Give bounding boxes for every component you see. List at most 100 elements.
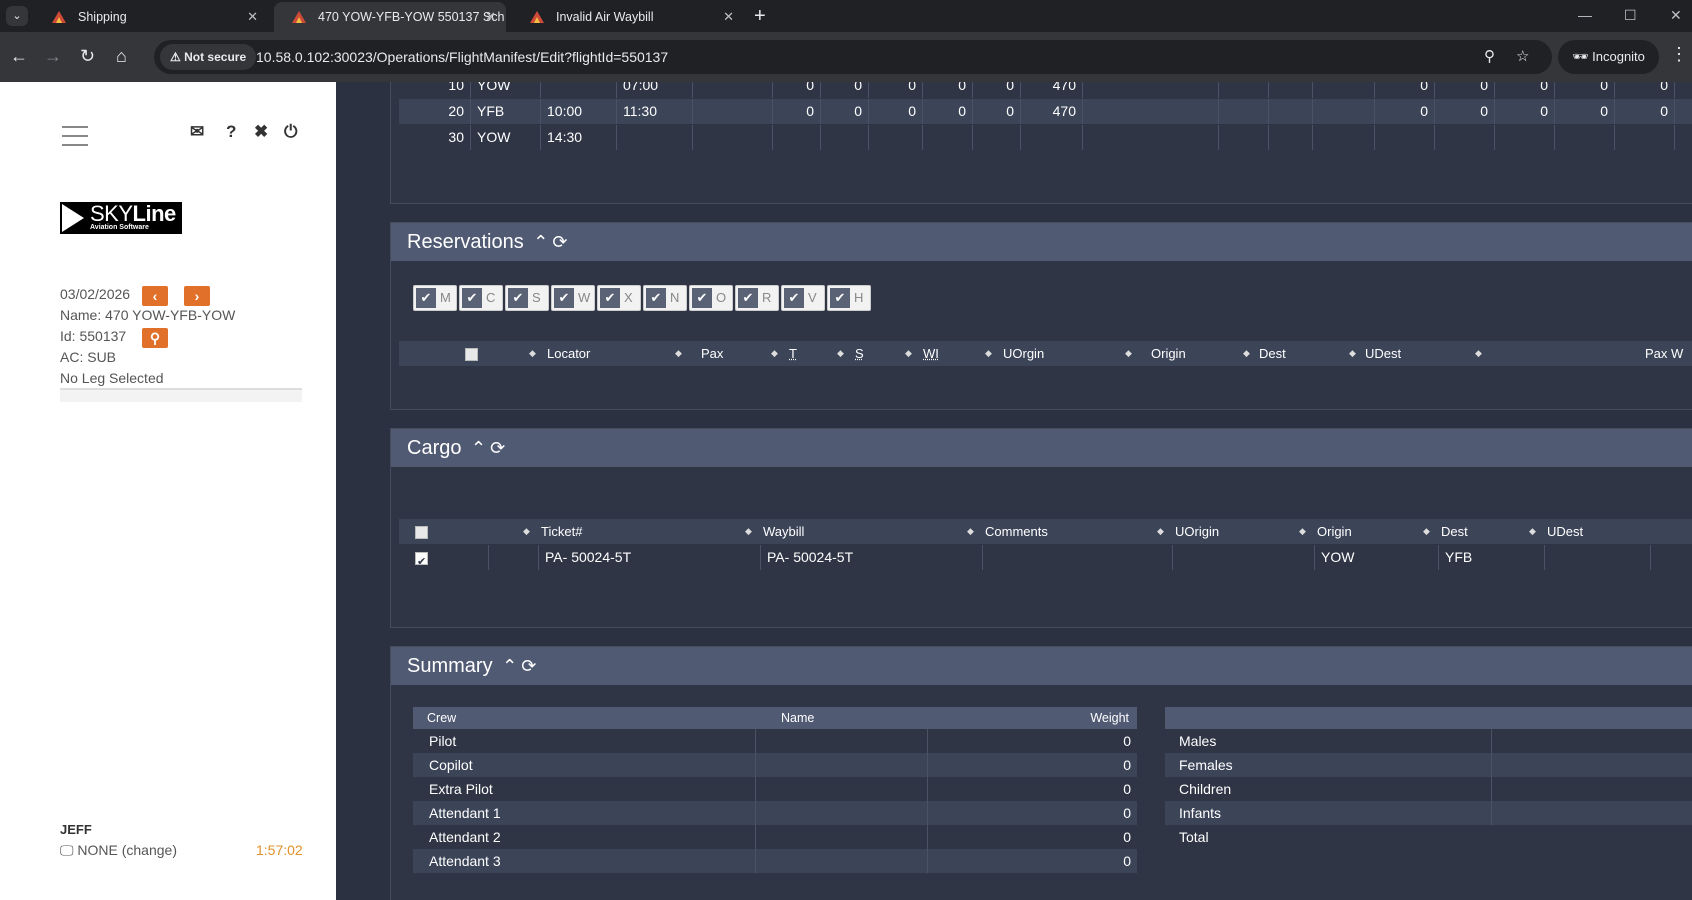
table-row[interactable]: 10 YOW 07:00 0 0 0 0 0 470 0 0 0 0 0	[399, 82, 1692, 98]
sort-icon[interactable]: ◆	[1243, 341, 1250, 366]
forward-arrow-icon[interactable]: →	[44, 45, 62, 67]
sort-icon[interactable]: ◆	[1157, 519, 1164, 544]
browser-menu-icon[interactable]: ⋮	[1670, 44, 1688, 65]
home-icon[interactable]: ⌂	[116, 45, 127, 67]
select-all-checkbox[interactable]	[415, 519, 428, 544]
reload-icon[interactable]: ↻	[80, 45, 95, 67]
column-header[interactable]: Locator	[547, 341, 590, 366]
column-header[interactable]: Origin	[1151, 341, 1186, 366]
column-header[interactable]: Pax	[701, 341, 723, 366]
search-flight-button[interactable]: ⚲	[142, 328, 168, 348]
filter-toggle[interactable]: ✔ M	[413, 285, 457, 311]
filter-toggle[interactable]: ✔ N	[643, 285, 687, 311]
tab-search-button[interactable]: ⌄	[6, 6, 28, 26]
filter-toggle[interactable]: ✔ O	[689, 285, 733, 311]
collapse-chevron-icon[interactable]: ⌃	[502, 656, 517, 676]
close-tab-icon[interactable]: ✕	[247, 2, 258, 32]
next-date-button[interactable]: ›	[184, 286, 210, 306]
close-window-icon[interactable]: ✕	[1670, 2, 1682, 28]
browser-tab-invalid-waybill[interactable]: Invalid Air Waybill ✕	[512, 2, 744, 32]
url-text[interactable]: 10.58.0.102:30023/Operations/FlightManif…	[256, 40, 668, 74]
refresh-icon[interactable]: ⟳	[521, 656, 536, 676]
sort-icon[interactable]: ◆	[675, 341, 682, 366]
maximize-window-icon[interactable]: ☐	[1624, 2, 1637, 28]
sort-icon[interactable]: ◆	[1299, 519, 1306, 544]
column-header[interactable]: Ticket#	[541, 519, 582, 544]
power-icon[interactable]: ⏻	[284, 122, 297, 142]
filter-toggle[interactable]: ✔ C	[459, 285, 503, 311]
back-arrow-icon[interactable]: ←	[10, 45, 28, 67]
filter-toggle[interactable]: ✔ H	[827, 285, 871, 311]
crew-row[interactable]: Attendant 1 0	[413, 801, 1137, 825]
filter-toggle[interactable]: ✔ W	[551, 285, 595, 311]
passenger-row[interactable]: Females	[1165, 753, 1692, 777]
collapse-chevron-icon[interactable]: ⌃	[533, 232, 548, 252]
sort-icon[interactable]: ◆	[1349, 341, 1356, 366]
crew-row[interactable]: Extra Pilot 0	[413, 777, 1137, 801]
close-tab-icon[interactable]: ✕	[485, 2, 496, 32]
filter-toggle[interactable]: ✔ X	[597, 285, 641, 311]
sort-icon[interactable]: ◆	[771, 341, 778, 366]
column-header[interactable]: T	[789, 341, 797, 366]
select-all-checkbox[interactable]	[465, 341, 478, 366]
incognito-badge[interactable]: 🕶 Incognito	[1558, 40, 1659, 74]
column-header[interactable]: Dest	[1259, 341, 1286, 366]
collapse-chevron-icon[interactable]: ⌃	[471, 438, 486, 458]
column-header[interactable]: UOrgin	[1003, 341, 1044, 366]
browser-tab-shipping[interactable]: Shipping ✕	[34, 2, 268, 32]
sort-icon[interactable]: ◆	[1125, 341, 1132, 366]
table-row[interactable]: 30 YOW 14:30	[399, 125, 1692, 150]
column-header[interactable]: Origin	[1317, 519, 1352, 544]
column-header[interactable]: Comments	[985, 519, 1048, 544]
crew-row[interactable]: Pilot 0	[413, 729, 1137, 753]
passenger-row[interactable]: Males	[1165, 729, 1692, 753]
mail-icon[interactable]: ✉	[190, 122, 204, 142]
column-header[interactable]: UOrigin	[1175, 519, 1219, 544]
filter-toggle[interactable]: ✔ R	[735, 285, 779, 311]
column-header[interactable]: S	[855, 341, 864, 366]
crew-row[interactable]: Copilot 0	[413, 753, 1137, 777]
sort-icon[interactable]: ◆	[529, 341, 536, 366]
close-tab-icon[interactable]: ✕	[723, 2, 734, 32]
bookmark-star-icon[interactable]: ☆	[1516, 40, 1529, 74]
sort-icon[interactable]: ◆	[967, 519, 974, 544]
column-header[interactable]: UDest	[1547, 519, 1583, 544]
aircraft-label: AC: SUB	[60, 349, 117, 365]
zoom-icon[interactable]: ⚲	[1484, 40, 1495, 74]
refresh-icon[interactable]: ⟳	[552, 232, 567, 252]
help-icon[interactable]: ?	[226, 122, 236, 142]
sort-icon[interactable]: ◆	[745, 519, 752, 544]
address-bar[interactable]: ⚠ Not secure 10.58.0.102:30023/Operation…	[154, 40, 1552, 74]
filter-toggle[interactable]: ✔ S	[505, 285, 549, 311]
column-header[interactable]: UDest	[1365, 341, 1401, 366]
passenger-row[interactable]: Infants	[1165, 801, 1692, 825]
passenger-row[interactable]: Children	[1165, 777, 1692, 801]
crew-row[interactable]: Attendant 2 0	[413, 825, 1137, 849]
refresh-icon[interactable]: ⟳	[490, 438, 505, 458]
previous-date-button[interactable]: ‹	[142, 286, 168, 306]
security-chip[interactable]: ⚠ Not secure	[160, 44, 257, 70]
column-header[interactable]: WI	[923, 341, 939, 366]
column-header[interactable]: Pax W	[1645, 341, 1683, 366]
filter-toggle[interactable]: ✔ V	[781, 285, 825, 311]
sort-icon[interactable]: ◆	[1423, 519, 1430, 544]
sort-icon[interactable]: ◆	[523, 519, 530, 544]
table-row[interactable]: 20 YFB 10:00 11:30 0 0 0 0 0 470 0 0 0 0…	[399, 99, 1692, 124]
row-checkbox[interactable]	[409, 545, 489, 570]
close-icon[interactable]: ✖	[254, 122, 268, 142]
sort-icon[interactable]: ◆	[985, 341, 992, 366]
crew-row[interactable]: Attendant 3 0	[413, 849, 1137, 873]
browser-tab-flight-manifest[interactable]: 470 YOW-YFB-YOW 550137 Sch ✕	[274, 2, 506, 32]
new-tab-button[interactable]: +	[754, 2, 766, 30]
passenger-row[interactable]: Total	[1165, 825, 1692, 849]
column-header[interactable]: Waybill	[763, 519, 804, 544]
column-header[interactable]: Dest	[1441, 519, 1468, 544]
sort-icon[interactable]: ◆	[1529, 519, 1536, 544]
minimize-window-icon[interactable]: —	[1578, 2, 1592, 28]
sort-icon[interactable]: ◆	[1475, 341, 1482, 366]
hamburger-menu-icon[interactable]	[62, 126, 88, 146]
sort-icon[interactable]: ◆	[837, 341, 844, 366]
workstation-link[interactable]: 🖵 NONE (change)	[60, 842, 177, 859]
sort-icon[interactable]: ◆	[905, 341, 912, 366]
table-row[interactable]: PA- 50024-5T PA- 50024-5T YOW YFB	[399, 545, 1692, 570]
